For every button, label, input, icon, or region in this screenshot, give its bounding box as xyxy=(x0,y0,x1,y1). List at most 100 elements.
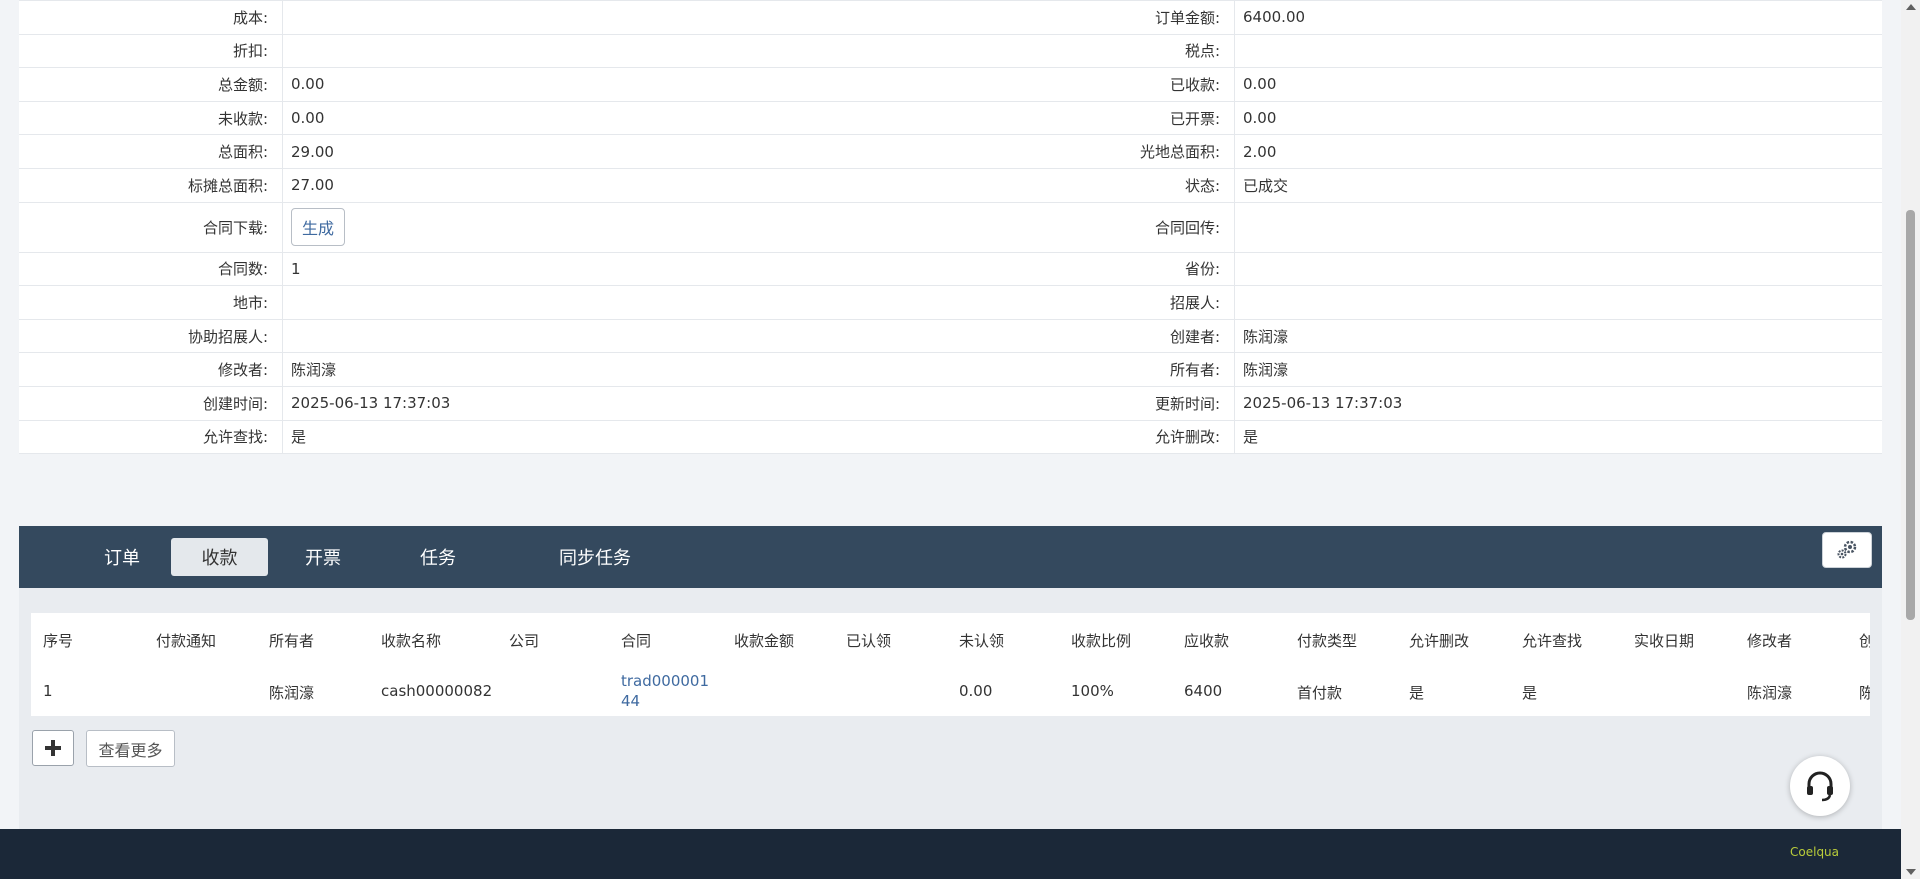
cell-owner: 陈润濠 xyxy=(269,684,315,702)
detail-label: 允许删改: xyxy=(951,420,1235,454)
detail-label: 创建时间: xyxy=(19,386,283,420)
column-header[interactable]: 允许删改 xyxy=(1409,630,1469,651)
customer-support-button[interactable] xyxy=(1790,756,1850,816)
detail-label: 修改者: xyxy=(19,353,283,386)
tab-tasks[interactable]: 任务 xyxy=(398,538,478,576)
detail-label: 标摊总面积: xyxy=(19,168,283,202)
detail-value xyxy=(283,320,951,353)
detail-value xyxy=(1235,286,1882,319)
vertical-scrollbar[interactable] xyxy=(1901,0,1920,879)
detail-row: 创建时间: 2025-06-13 17:37:03 更新时间: 2025-06-… xyxy=(19,385,1882,420)
column-header[interactable]: 未认领 xyxy=(959,630,1004,651)
cell-creator: 陈 xyxy=(1859,684,1870,702)
detail-value: 陈润濠 xyxy=(1243,361,1289,380)
column-header[interactable]: 序号 xyxy=(43,630,73,651)
detail-label: 光地总面积: xyxy=(951,135,1235,168)
detail-value: 陈润濠 xyxy=(1243,327,1289,346)
scroll-up-icon[interactable] xyxy=(1906,4,1916,10)
scroll-down-icon[interactable] xyxy=(1906,869,1916,875)
detail-table: 成本: 订单金额: 6400.00 折扣: 税点: 总金额: 0.00 已收款:… xyxy=(19,0,1882,455)
column-header[interactable]: 收款金额 xyxy=(734,630,794,651)
detail-value: 2025-06-13 17:37:03 xyxy=(1243,394,1403,413)
view-more-button[interactable]: 查看更多 xyxy=(86,730,175,767)
column-header[interactable]: 应收款 xyxy=(1184,630,1229,651)
detail-label: 合同下载: xyxy=(19,202,283,252)
settings-button[interactable] xyxy=(1822,532,1872,568)
payments-grid: 序号 付款通知 所有者 收款名称 公司 合同 收款金额 已认领 未认领 收款比例… xyxy=(31,613,1870,716)
generate-contract-button[interactable]: 生成 xyxy=(291,208,346,247)
detail-row: 修改者: 陈润濠 所有者: 陈润濠 xyxy=(19,352,1882,386)
detail-label: 订单金额: xyxy=(951,1,1235,34)
detail-value xyxy=(1235,203,1882,252)
detail-value: 0.00 xyxy=(291,75,325,94)
detail-label: 总金额: xyxy=(19,68,283,101)
detail-row: 未收款: 0.00 已开票: 0.00 xyxy=(19,100,1882,135)
detail-value: 2.00 xyxy=(1243,142,1277,161)
detail-row: 总面积: 29.00 光地总面积: 2.00 xyxy=(19,134,1882,168)
detail-value: 0.00 xyxy=(291,109,325,128)
detail-row: 合同数: 1 省份: xyxy=(19,251,1882,286)
detail-value xyxy=(1235,253,1882,286)
detail-label: 成本: xyxy=(19,1,283,34)
cell-allow-search: 是 xyxy=(1522,684,1538,702)
detail-row: 地市: 招展人: xyxy=(19,285,1882,319)
detail-value: 已成交 xyxy=(1243,176,1289,195)
column-header[interactable]: 修改者 xyxy=(1747,630,1792,651)
column-header[interactable]: 收款名称 xyxy=(381,630,441,651)
detail-row: 总金额: 0.00 已收款: 0.00 xyxy=(19,67,1882,101)
detail-row: 折扣: 税点: xyxy=(19,33,1882,68)
contract-link[interactable]: trad00000144 xyxy=(621,671,711,711)
column-header[interactable]: 公司 xyxy=(509,630,539,651)
detail-label: 合同数: xyxy=(19,252,283,286)
footer xyxy=(0,829,1901,879)
column-header[interactable]: 所有者 xyxy=(269,630,314,651)
detail-value: 2025-06-13 17:37:03 xyxy=(291,394,451,413)
tab-bar: 订单 收款 开票 任务 同步任务 xyxy=(19,526,1882,588)
detail-label: 已开票: xyxy=(951,101,1235,135)
tab-invoices[interactable]: 开票 xyxy=(283,538,363,576)
gears-icon xyxy=(1837,540,1857,559)
tab-orders[interactable]: 订单 xyxy=(82,538,162,576)
detail-label: 更新时间: xyxy=(951,386,1235,420)
column-header[interactable]: 收款比例 xyxy=(1071,630,1131,651)
detail-label: 允许查找: xyxy=(19,420,283,454)
detail-label: 未收款: xyxy=(19,101,283,135)
column-header[interactable]: 付款类型 xyxy=(1297,630,1357,651)
cell-payment-name: cash00000082 xyxy=(381,682,493,700)
cell-payment-type: 首付款 xyxy=(1297,684,1343,702)
detail-value: 27.00 xyxy=(291,176,334,195)
detail-value: 6400.00 xyxy=(1243,8,1306,27)
column-header[interactable]: 允许查找 xyxy=(1522,630,1582,651)
cell-ratio: 100% xyxy=(1071,682,1114,700)
detail-value: 0.00 xyxy=(1243,75,1277,94)
detail-value: 29.00 xyxy=(291,142,334,161)
detail-row: 标摊总面积: 27.00 状态: 已成交 xyxy=(19,167,1882,202)
tab-sync-tasks[interactable]: 同步任务 xyxy=(535,538,655,576)
detail-label: 折扣: xyxy=(19,34,283,68)
cell-unclaimed: 0.00 xyxy=(959,682,993,700)
headset-icon xyxy=(1807,771,1833,802)
tab-payments[interactable]: 收款 xyxy=(171,538,268,576)
detail-value: 是 xyxy=(1243,428,1259,447)
detail-value: 0.00 xyxy=(1243,109,1277,128)
detail-value: 1 xyxy=(291,259,301,278)
cell-receivable: 6400 xyxy=(1184,682,1223,700)
detail-row: 合同下载: 生成 合同回传: xyxy=(19,201,1882,252)
cell-modifier: 陈润濠 xyxy=(1747,684,1793,702)
scrollbar-thumb[interactable] xyxy=(1906,210,1915,620)
detail-row: 协助招展人: 创建者: 陈润濠 xyxy=(19,318,1882,353)
add-button[interactable] xyxy=(32,730,74,766)
column-header[interactable]: 实收日期 xyxy=(1634,630,1694,651)
detail-value: 陈润濠 xyxy=(291,361,337,380)
detail-label: 已收款: xyxy=(951,68,1235,101)
detail-value xyxy=(283,1,951,34)
detail-label: 总面积: xyxy=(19,135,283,168)
column-header[interactable]: 创 xyxy=(1859,630,1870,651)
column-header[interactable]: 合同 xyxy=(621,630,651,651)
detail-label: 地市: xyxy=(19,286,283,319)
cell-allow-edit: 是 xyxy=(1409,684,1425,702)
column-header[interactable]: 付款通知 xyxy=(156,630,216,651)
column-header[interactable]: 已认领 xyxy=(846,630,891,651)
detail-label: 税点: xyxy=(951,34,1235,68)
detail-label: 所有者: xyxy=(951,353,1235,386)
